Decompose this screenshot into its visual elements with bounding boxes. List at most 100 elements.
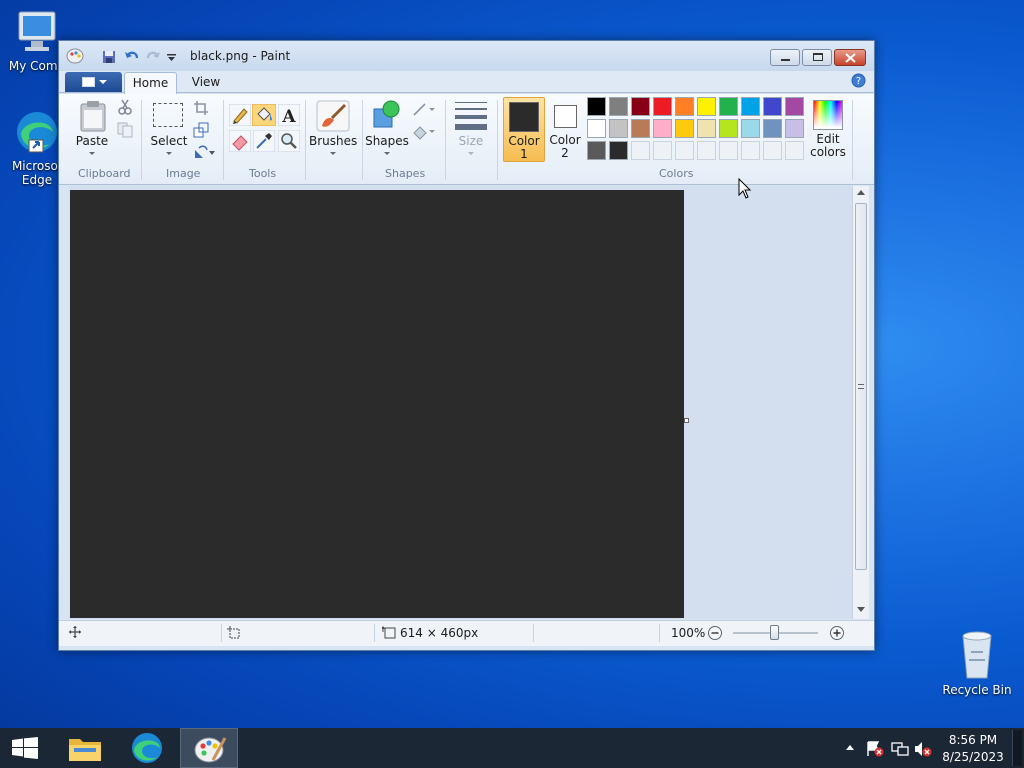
palette-empty-slot[interactable]	[741, 141, 760, 160]
file-menu-icon	[82, 77, 95, 87]
chevron-down-icon	[330, 152, 336, 155]
palette-swatch[interactable]	[675, 97, 694, 116]
palette-swatch[interactable]	[719, 119, 738, 138]
palette-swatch[interactable]	[719, 97, 738, 116]
status-divider	[533, 624, 534, 642]
shapes-icon	[373, 100, 400, 128]
palette-swatch[interactable]	[697, 97, 716, 116]
palette-swatch[interactable]	[785, 97, 804, 116]
palette-swatch[interactable]	[697, 119, 716, 138]
palette-swatch[interactable]	[609, 141, 628, 160]
canvas-resize-handle[interactable]	[684, 418, 689, 423]
fill-bucket-icon[interactable]	[252, 104, 276, 126]
crop-icon[interactable]	[193, 100, 209, 116]
palette-swatch[interactable]	[609, 97, 628, 116]
palette-swatch[interactable]	[631, 119, 650, 138]
status-bar: 614 × 460px 100%	[59, 620, 874, 646]
color1-button[interactable]: Color 1	[503, 97, 545, 162]
file-menu-button[interactable]	[65, 72, 122, 92]
help-icon[interactable]: ?	[851, 73, 866, 88]
clock-date[interactable]: 8/25/2023	[940, 750, 1006, 764]
start-button[interactable]	[0, 728, 50, 768]
close-button[interactable]	[834, 49, 866, 66]
taskbar: 8:56 PM 8/25/2023	[0, 728, 1024, 768]
palette-empty-slot[interactable]	[675, 141, 694, 160]
palette-empty-slot[interactable]	[785, 141, 804, 160]
palette-empty-slot[interactable]	[763, 141, 782, 160]
tab-view[interactable]: View	[185, 72, 227, 94]
pencil-icon[interactable]	[229, 104, 251, 126]
color-picker-icon[interactable]	[253, 130, 275, 152]
select-button[interactable]: Select	[147, 96, 191, 162]
size-label: Size	[458, 134, 484, 148]
title-bar[interactable]: black.png - Paint	[59, 41, 874, 71]
separator	[141, 100, 142, 180]
taskbar-paint[interactable]	[180, 728, 238, 768]
drawing-canvas[interactable]	[70, 190, 684, 618]
canvas-area[interactable]	[69, 186, 854, 619]
scroll-down-arrow[interactable]	[857, 607, 865, 612]
palette-empty-slot[interactable]	[719, 141, 738, 160]
rotate-icon[interactable]	[193, 144, 215, 160]
vertical-scrollbar[interactable]	[852, 186, 869, 619]
edit-colors-button[interactable]: Edit colors	[809, 96, 847, 162]
palette-swatch[interactable]	[587, 119, 606, 138]
ribbon-tabs: Home View ?	[59, 71, 874, 94]
palette-swatch[interactable]	[763, 119, 782, 138]
paste-button[interactable]: Paste	[67, 96, 117, 162]
save-icon[interactable]	[102, 50, 116, 64]
palette-swatch[interactable]	[653, 119, 672, 138]
desktop-icon-recycle-bin[interactable]: Recycle Bin	[940, 630, 1014, 697]
palette-swatch[interactable]	[609, 119, 628, 138]
palette-empty-slot[interactable]	[697, 141, 716, 160]
palette-swatch[interactable]	[763, 97, 782, 116]
paint-app-icon[interactable]	[66, 48, 84, 64]
scroll-up-arrow[interactable]	[857, 190, 865, 195]
palette-swatch[interactable]	[587, 97, 606, 116]
palette-empty-slot[interactable]	[653, 141, 672, 160]
brushes-button[interactable]: Brushes	[309, 96, 357, 162]
fill-icon[interactable]	[411, 124, 435, 140]
eraser-icon[interactable]	[229, 130, 251, 152]
palette-swatch[interactable]	[587, 141, 606, 160]
group-label-tools: Tools	[249, 167, 277, 180]
palette-swatch[interactable]	[741, 119, 760, 138]
zoom-out-icon[interactable]	[707, 625, 723, 641]
security-alert-icon[interactable]	[866, 741, 884, 757]
minimize-icon	[781, 59, 790, 61]
zoom-slider-thumb[interactable]	[770, 625, 779, 640]
resize-icon[interactable]	[193, 122, 209, 138]
customize-quick-access-icon[interactable]	[167, 54, 176, 62]
copy-icon[interactable]	[117, 122, 133, 138]
palette-swatch[interactable]	[675, 119, 694, 138]
separator	[305, 100, 306, 180]
chevron-down-icon	[89, 152, 95, 155]
text-icon[interactable]: A	[278, 104, 300, 126]
show-hidden-icons-button[interactable]	[846, 745, 854, 750]
palette-swatch[interactable]	[653, 97, 672, 116]
show-desktop-button[interactable]	[1012, 730, 1022, 766]
palette-swatch[interactable]	[741, 97, 760, 116]
taskbar-edge[interactable]	[120, 728, 174, 768]
undo-icon[interactable]	[124, 50, 140, 64]
outline-icon[interactable]	[411, 102, 435, 118]
magnifier-icon[interactable]	[278, 130, 300, 152]
redo-icon[interactable]	[145, 50, 161, 64]
scroll-thumb[interactable]	[855, 203, 867, 570]
taskbar-file-explorer[interactable]	[58, 728, 112, 768]
zoom-in-icon[interactable]	[829, 625, 845, 641]
maximize-icon	[813, 53, 823, 61]
minimize-button[interactable]	[770, 49, 800, 66]
tab-home[interactable]: Home	[124, 72, 177, 94]
maximize-button[interactable]	[802, 49, 832, 66]
color2-button[interactable]: Color 2	[546, 97, 584, 162]
volume-muted-icon[interactable]	[914, 741, 932, 757]
clock-time[interactable]: 8:56 PM	[940, 733, 1006, 747]
palette-swatch[interactable]	[785, 119, 804, 138]
shapes-button[interactable]: Shapes	[365, 96, 409, 162]
palette-empty-slot[interactable]	[631, 141, 650, 160]
palette-swatch[interactable]	[631, 97, 650, 116]
cut-icon[interactable]	[117, 99, 133, 115]
network-icon[interactable]	[891, 741, 909, 757]
size-button[interactable]: Size	[451, 96, 491, 162]
